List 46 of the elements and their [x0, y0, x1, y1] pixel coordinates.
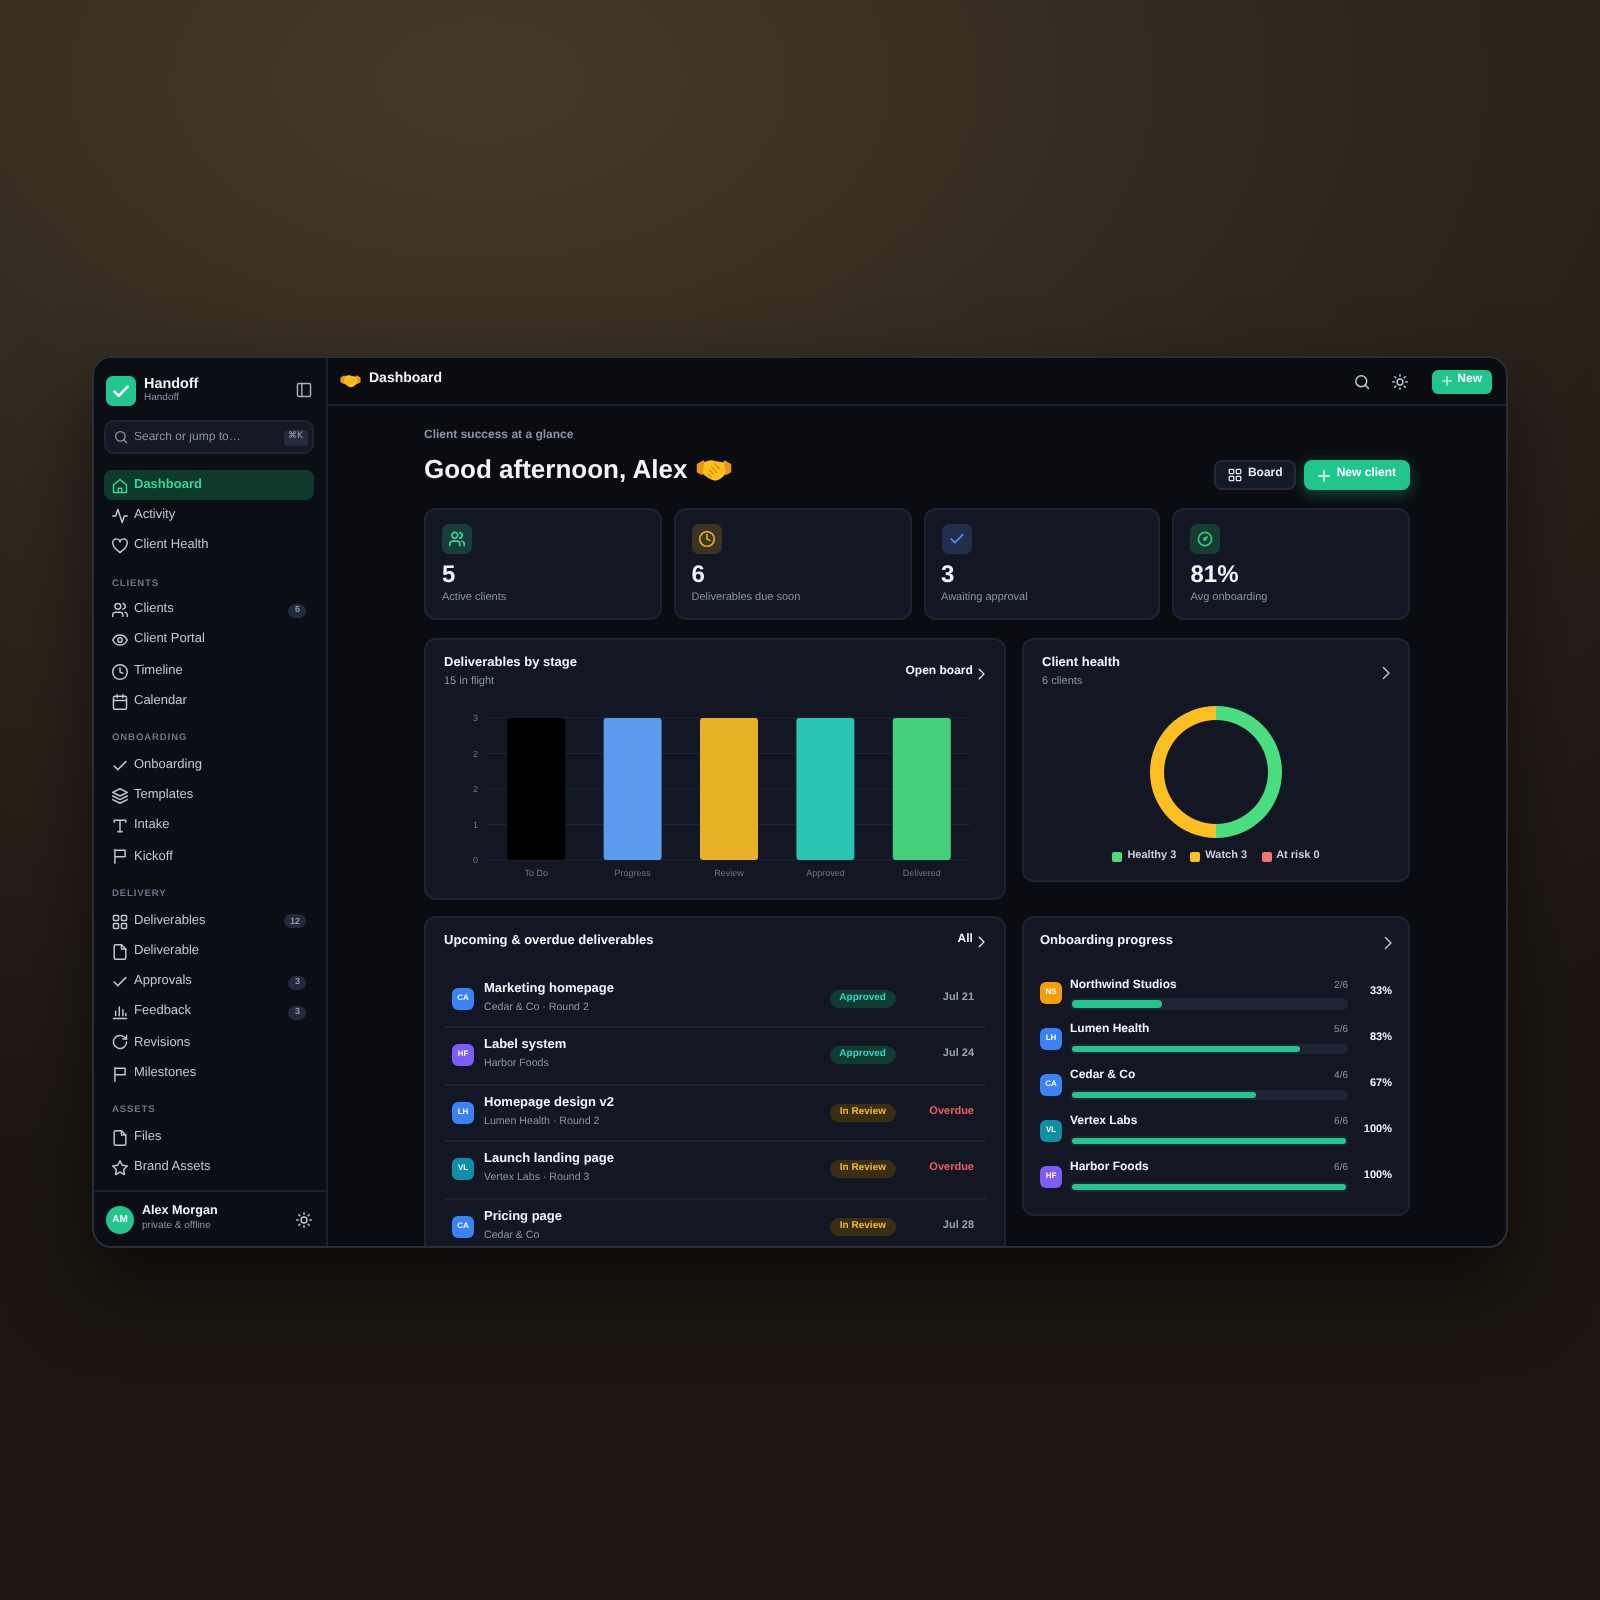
- chart-bar: [603, 718, 662, 860]
- flag-icon: [112, 848, 128, 865]
- chart-bar: [796, 718, 855, 860]
- star-icon: [112, 1159, 128, 1176]
- layers-icon: [112, 788, 128, 805]
- home-icon: [112, 477, 128, 494]
- calendar-icon: [112, 693, 128, 710]
- check-icon: [112, 757, 128, 774]
- search-icon[interactable]: [1353, 373, 1370, 389]
- panel-icon[interactable]: [296, 382, 312, 398]
- file-icon: [112, 943, 128, 960]
- heart-icon: [112, 537, 128, 554]
- plus-icon: [1441, 376, 1452, 386]
- chart-bar: [700, 718, 758, 860]
- stat-value: 3: [941, 560, 957, 588]
- chevron-right-icon: [978, 936, 986, 948]
- stat-value: 5: [442, 560, 458, 588]
- chart-bar: [507, 718, 566, 860]
- chevron-right-icon[interactable]: [1381, 666, 1390, 680]
- greeting-heading: Good afternoon, Alex: [424, 454, 688, 486]
- search-icon: [114, 430, 128, 444]
- donut-slice: [1150, 706, 1216, 838]
- sun-icon[interactable]: [1391, 373, 1408, 389]
- users-icon: [112, 602, 128, 619]
- grid-icon: [1227, 468, 1242, 482]
- grid-icon: [112, 913, 128, 930]
- handshake-icon: [695, 458, 732, 482]
- pulse-icon: [112, 507, 128, 524]
- check-icon: [112, 974, 128, 991]
- check-logo-icon: [106, 375, 136, 405]
- chevron-right-icon: [978, 667, 986, 679]
- donut-slice: [1216, 706, 1282, 838]
- clock-icon: [112, 663, 128, 680]
- plus-icon: [1318, 469, 1331, 481]
- refresh-icon: [112, 1034, 128, 1051]
- stat-value: 6: [691, 560, 707, 588]
- chart-bar: [892, 718, 951, 860]
- text-icon: [112, 818, 128, 835]
- bar-chart-icon: [112, 1004, 128, 1021]
- stat-value: 81%: [1190, 560, 1241, 588]
- eye-icon: [112, 632, 128, 649]
- chevron-right-icon[interactable]: [1383, 935, 1392, 949]
- flag-icon: [112, 1065, 128, 1082]
- sun-icon[interactable]: [296, 1211, 312, 1227]
- file-icon: [112, 1129, 128, 1146]
- handshake-icon: [340, 374, 361, 388]
